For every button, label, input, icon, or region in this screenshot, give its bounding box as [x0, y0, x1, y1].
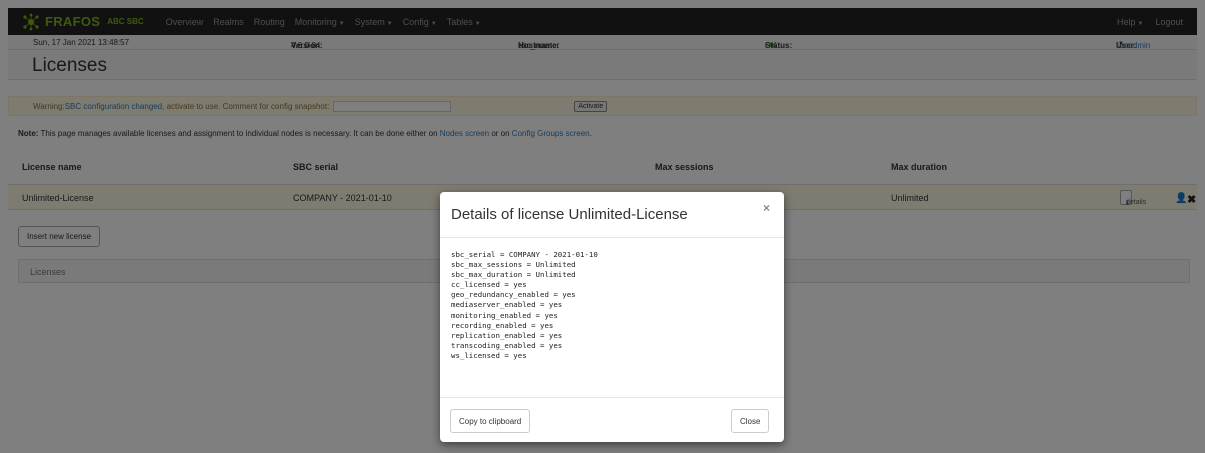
close-button[interactable]: Close — [731, 409, 770, 433]
modal-body: sbc_serial = COMPANY - 2021-01-10 sbc_ma… — [440, 239, 784, 397]
modal-header: Details of license Unlimited-License × — [440, 192, 784, 238]
license-line: recording_enabled = yes — [451, 320, 554, 330]
license-line: mediaserver_enabled = yes — [451, 300, 563, 310]
copy-to-clipboard-button[interactable]: Copy to clipboard — [450, 409, 531, 433]
license-line: transcoding_enabled = yes — [451, 340, 563, 350]
license-line: sbc_max_duration = Unlimited — [451, 270, 576, 280]
license-line: monitoring_enabled = yes — [451, 310, 558, 320]
license-line: replication_enabled = yes — [451, 330, 563, 340]
close-icon[interactable]: × — [763, 201, 770, 215]
license-details-modal: Details of license Unlimited-License × s… — [440, 192, 784, 442]
license-line: sbc_serial = COMPANY - 2021-01-10 — [451, 250, 598, 259]
license-line: ws_licensed = yes — [451, 350, 527, 360]
license-details-text: sbc_serial = COMPANY - 2021-01-10 sbc_ma… — [451, 250, 598, 361]
modal-title: Details of license Unlimited-License — [451, 206, 688, 223]
license-line: cc_licensed = yes — [451, 280, 527, 290]
modal-footer: Copy to clipboard Close — [440, 397, 784, 442]
license-line: sbc_max_sessions = Unlimited — [451, 260, 576, 270]
license-line: geo_redundancy_enabled = yes — [451, 290, 576, 300]
